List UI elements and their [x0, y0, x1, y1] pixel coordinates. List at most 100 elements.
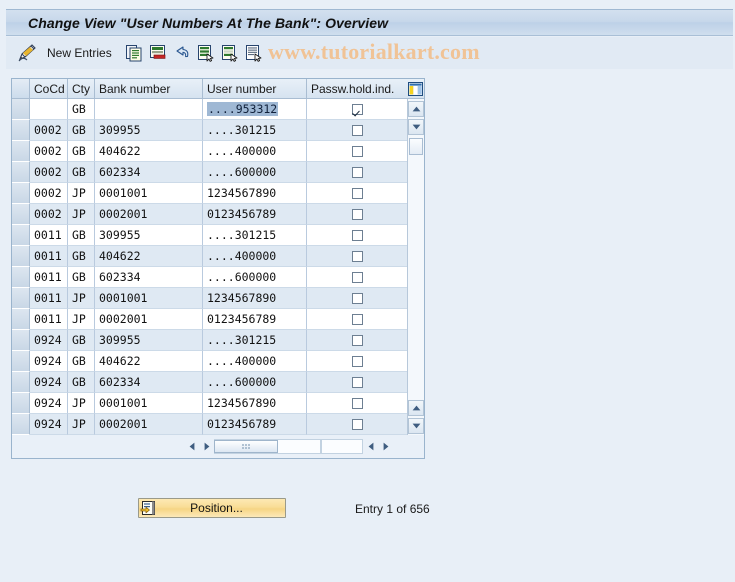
password-hold-indicator-cell[interactable]: [307, 330, 407, 351]
deselect-all-icon[interactable]: [221, 44, 239, 62]
row-select-button[interactable]: [12, 330, 30, 351]
cocd-cell[interactable]: 0924: [30, 330, 68, 351]
column-header-password-hold-indicator[interactable]: Passw.hold.ind.: [307, 79, 407, 99]
bank-number-cell[interactable]: 602334: [95, 267, 203, 288]
user-number-cell[interactable]: ....600000: [203, 162, 307, 183]
bank-number-cell[interactable]: 0001001: [95, 288, 203, 309]
row-select-button[interactable]: [12, 288, 30, 309]
grid-horizontal-scrollbar[interactable]: [12, 435, 424, 458]
table-row[interactable]: 0924 JP 0001001 1234567890: [12, 393, 424, 414]
password-hold-indicator-cell[interactable]: [307, 351, 407, 372]
user-number-cell[interactable]: 0123456789: [203, 309, 307, 330]
scroll-right-button[interactable]: [199, 439, 214, 454]
select-all-icon[interactable]: [197, 44, 215, 62]
password-hold-checkbox[interactable]: [351, 292, 363, 304]
user-number-cell[interactable]: ....400000: [203, 141, 307, 162]
cocd-cell[interactable]: 0924: [30, 414, 68, 435]
password-hold-checkbox[interactable]: [351, 250, 363, 262]
table-row[interactable]: 0002 GB 404622 ....400000: [12, 141, 424, 162]
table-row[interactable]: 0924 GB 404622 ....400000: [12, 351, 424, 372]
password-hold-checkbox[interactable]: [351, 229, 363, 241]
grid-vertical-scrollbar[interactable]: [407, 99, 424, 436]
row-select-button[interactable]: [12, 225, 30, 246]
table-row[interactable]: 0011 JP 0002001 0123456789: [12, 309, 424, 330]
user-number-cell[interactable]: 0123456789: [203, 204, 307, 225]
delete-icon[interactable]: [149, 44, 167, 62]
new-entries-button[interactable]: New Entries: [47, 46, 112, 60]
scroll-left-button[interactable]: [184, 439, 199, 454]
user-number-cell[interactable]: 1234567890: [203, 393, 307, 414]
cty-cell[interactable]: GB: [68, 372, 95, 393]
scroll-up-button[interactable]: [408, 101, 424, 117]
password-hold-checkbox[interactable]: [351, 124, 363, 136]
cocd-cell[interactable]: 0924: [30, 351, 68, 372]
cocd-cell[interactable]: 0011: [30, 309, 68, 330]
cocd-cell[interactable]: 0002: [30, 183, 68, 204]
table-row[interactable]: 0002 GB 602334 ....600000: [12, 162, 424, 183]
password-hold-indicator-cell[interactable]: [307, 309, 407, 330]
cty-cell[interactable]: GB: [68, 351, 95, 372]
bank-number-cell[interactable]: 0002001: [95, 414, 203, 435]
scroll-page-up-button[interactable]: [408, 400, 424, 416]
user-number-cell[interactable]: 1234567890: [203, 288, 307, 309]
cocd-cell[interactable]: 0011: [30, 267, 68, 288]
password-hold-indicator-cell[interactable]: [307, 204, 407, 225]
cty-cell[interactable]: JP: [68, 204, 95, 225]
row-select-button[interactable]: [12, 309, 30, 330]
display-change-icon[interactable]: [17, 43, 39, 63]
scroll-down-button[interactable]: [408, 119, 424, 135]
user-number-cell[interactable]: ....400000: [203, 351, 307, 372]
password-hold-checkbox[interactable]: [351, 376, 363, 388]
cocd-cell[interactable]: 0924: [30, 393, 68, 414]
cocd-cell[interactable]: 0011: [30, 246, 68, 267]
user-number-cell[interactable]: ....953312: [203, 99, 307, 120]
bank-number-cell[interactable]: 602334: [95, 372, 203, 393]
table-row[interactable]: 0924 JP 0002001 0123456789: [12, 414, 424, 435]
row-select-button[interactable]: [12, 120, 30, 141]
bank-number-cell[interactable]: 0001001: [95, 183, 203, 204]
password-hold-checkbox[interactable]: [351, 166, 363, 178]
user-number-cell[interactable]: ....301215: [203, 225, 307, 246]
cty-cell[interactable]: GB: [68, 99, 95, 120]
password-hold-checkbox[interactable]: [351, 103, 363, 115]
column-header-bank-number[interactable]: Bank number: [95, 79, 203, 99]
scroll-page-down-button[interactable]: [408, 418, 424, 434]
cty-cell[interactable]: GB: [68, 141, 95, 162]
password-hold-indicator-cell[interactable]: [307, 372, 407, 393]
table-row[interactable]: 0924 GB 602334 ....600000: [12, 372, 424, 393]
password-hold-indicator-cell[interactable]: [307, 414, 407, 435]
cocd-cell[interactable]: 0924: [30, 372, 68, 393]
row-select-button[interactable]: [12, 99, 30, 120]
password-hold-indicator-cell[interactable]: [307, 141, 407, 162]
user-number-cell[interactable]: 1234567890: [203, 183, 307, 204]
cty-cell[interactable]: GB: [68, 246, 95, 267]
table-row[interactable]: 0002 JP 0002001 0123456789: [12, 204, 424, 225]
bank-number-cell[interactable]: 0002001: [95, 204, 203, 225]
table-row[interactable]: GB ....953312: [12, 99, 424, 120]
vertical-scroll-thumb[interactable]: [409, 138, 423, 155]
password-hold-indicator-cell[interactable]: [307, 288, 407, 309]
row-select-button[interactable]: [12, 246, 30, 267]
row-select-button[interactable]: [12, 351, 30, 372]
cty-cell[interactable]: GB: [68, 330, 95, 351]
cocd-cell[interactable]: [30, 99, 68, 120]
user-number-cell[interactable]: ....600000: [203, 267, 307, 288]
secondary-scroll-right-button[interactable]: [378, 439, 393, 454]
cty-cell[interactable]: JP: [68, 183, 95, 204]
position-button[interactable]: Position...: [138, 498, 286, 518]
bank-number-cell[interactable]: 404622: [95, 246, 203, 267]
column-header-cocd[interactable]: CoCd: [30, 79, 68, 99]
cty-cell[interactable]: GB: [68, 267, 95, 288]
horizontal-scroll-track[interactable]: [214, 439, 321, 454]
password-hold-checkbox[interactable]: [351, 397, 363, 409]
cty-cell[interactable]: JP: [68, 414, 95, 435]
column-header-user-number[interactable]: User number: [203, 79, 307, 99]
bank-number-cell[interactable]: [95, 99, 203, 120]
password-hold-indicator-cell[interactable]: [307, 246, 407, 267]
cocd-cell[interactable]: 0002: [30, 120, 68, 141]
password-hold-checkbox[interactable]: [351, 187, 363, 199]
secondary-scroll-track[interactable]: [321, 439, 363, 454]
password-hold-checkbox[interactable]: [351, 355, 363, 367]
horizontal-scroll-thumb[interactable]: [214, 440, 278, 453]
cocd-cell[interactable]: 0011: [30, 225, 68, 246]
